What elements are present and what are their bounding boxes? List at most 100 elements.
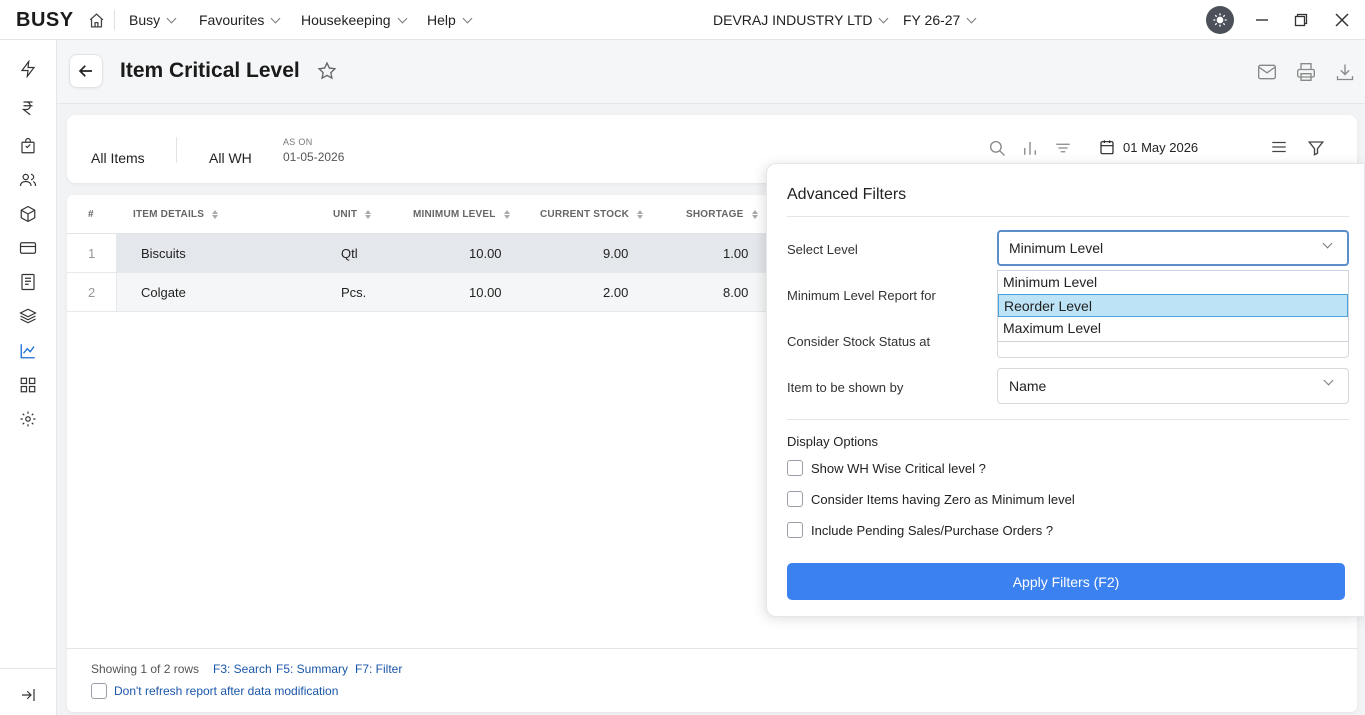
divider [176,137,177,163]
dropdown-option-reorder-level[interactable]: Reorder Level [998,294,1348,317]
item-name: Biscuits [141,246,186,261]
print-icon[interactable] [1296,62,1316,82]
chevron-down-icon [166,13,177,23]
column-header-shortage[interactable]: SHORTAGE [686,209,758,220]
items-filter[interactable]: All Items [91,150,145,166]
chevron-down-icon [966,13,977,23]
restore-button[interactable] [1291,10,1311,30]
divider [114,10,115,30]
users-icon[interactable] [19,171,37,189]
item-shown-by-label: Item to be shown by [787,380,904,395]
chevron-down-icon [879,13,889,23]
busy-logo: BUSY [16,9,74,31]
item-shown-by-value: Name [1009,378,1047,394]
menu-label: Favourites [199,12,265,28]
row-number: 1 [88,246,96,261]
grid-icon[interactable] [19,376,37,394]
restore-icon [1294,13,1308,27]
column-header-number: # [88,209,94,220]
menu-icon[interactable] [1269,138,1289,156]
chevron-down-icon [397,13,407,23]
menu-label: Help [427,12,456,28]
apply-filters-button[interactable]: Apply Filters (F2) [787,563,1345,600]
refresh-checkbox-label[interactable]: Don't refresh report after data modifica… [114,684,338,698]
select-level-label: Select Level [787,242,858,257]
favourite-star-icon[interactable] [317,61,337,86]
fiscal-year-selector[interactable]: FY 26-27 [903,12,977,28]
column-header-minimum-level[interactable]: MINIMUM LEVEL [413,209,510,220]
menu-favourites[interactable]: Favourites [199,12,281,28]
minimum-level: 10.00 [469,285,502,300]
expand-sidebar-icon[interactable] [19,686,37,704]
refresh-checkbox[interactable] [91,683,107,699]
item-unit: Pcs. [341,285,367,300]
calendar-icon [1100,140,1114,155]
chart-icon[interactable] [19,342,37,360]
sun-icon [1213,13,1227,27]
minimize-button[interactable] [1252,10,1272,30]
column-header-item-details[interactable]: ITEM DETAILS [133,209,219,220]
advanced-filters-panel: Advanced Filters Select Level Minimum Le… [766,163,1365,617]
sort-icon [637,210,644,219]
minimum-level: 10.00 [469,246,502,261]
item-shown-by-dropdown[interactable]: Name [997,368,1349,404]
option-label: Show WH Wise Critical level ? [811,460,986,476]
email-icon[interactable] [1257,62,1277,82]
warehouse-filter[interactable]: All WH [209,150,252,166]
box-icon[interactable] [19,205,37,223]
menu-label: Housekeeping [301,12,391,28]
filter-funnel-icon[interactable] [1307,139,1325,157]
minimize-icon [1256,19,1268,21]
column-header-current-stock[interactable]: CURRENT STOCK [540,209,644,220]
column-header-unit[interactable]: UNIT [333,209,372,220]
menu-housekeeping[interactable]: Housekeeping [301,12,407,28]
back-button[interactable] [69,54,103,88]
shortcut-summary[interactable]: F5: Summary [276,662,348,676]
divider [67,648,1357,649]
as-on-value: 01-05-2026 [283,150,345,164]
sort-icon [503,210,510,219]
dropdown-option-maximum-level[interactable]: Maximum Level [998,317,1348,340]
dropdown-option-minimum-level[interactable]: Minimum Level [998,271,1348,294]
document-icon[interactable] [19,273,37,291]
row-number: 2 [88,285,96,300]
menu-busy[interactable]: Busy [129,12,177,28]
shortcut-filter[interactable]: F7: Filter [355,662,402,676]
row-count-text: Showing 1 of 2 rows [91,662,200,676]
rupee-icon[interactable] [19,99,37,117]
bar-chart-icon[interactable] [1021,139,1039,157]
sort-lines-icon[interactable] [1054,139,1072,157]
search-icon[interactable] [988,139,1006,157]
sort-icon [212,210,219,219]
date-value: 01 May 2026 [1123,139,1199,155]
min-level-report-label: Minimum Level Report for [787,288,936,303]
download-icon[interactable] [1335,62,1355,82]
theme-toggle-button[interactable] [1206,6,1234,34]
settings-icon[interactable] [19,410,37,428]
option-zero-minimum[interactable]: Consider Items having Zero as Minimum le… [787,491,1075,507]
arrow-left-icon [78,65,92,77]
checkbox[interactable] [787,491,803,507]
lightning-icon[interactable] [19,59,37,79]
layers-icon[interactable] [19,307,37,325]
sidebar-footer [0,668,57,715]
current-stock: 9.00 [603,246,629,261]
panel-title: Advanced Filters [787,186,907,203]
shortcut-search[interactable]: F3: Search [213,662,272,676]
card-icon[interactable] [19,239,37,257]
option-pending-orders[interactable]: Include Pending Sales/Purchase Orders ? [787,522,1053,538]
display-options-title: Display Options [787,434,879,449]
checkbox[interactable] [787,522,803,538]
checkbox[interactable] [787,460,803,476]
company-selector[interactable]: DEVRAJ INDUSTRY LTD [713,12,889,28]
option-show-wh-wise[interactable]: Show WH Wise Critical level ? [787,460,986,476]
close-icon [1335,13,1349,27]
close-button[interactable] [1332,10,1352,30]
shortage: 8.00 [723,285,749,300]
date-picker[interactable]: 01 May 2026 [1099,139,1198,155]
home-icon[interactable] [88,12,105,29]
shopping-bag-icon[interactable] [19,137,37,155]
menu-help[interactable]: Help [427,12,473,28]
select-level-dropdown[interactable]: Minimum Level [997,230,1349,266]
page-header: Item Critical Level [57,40,1365,104]
